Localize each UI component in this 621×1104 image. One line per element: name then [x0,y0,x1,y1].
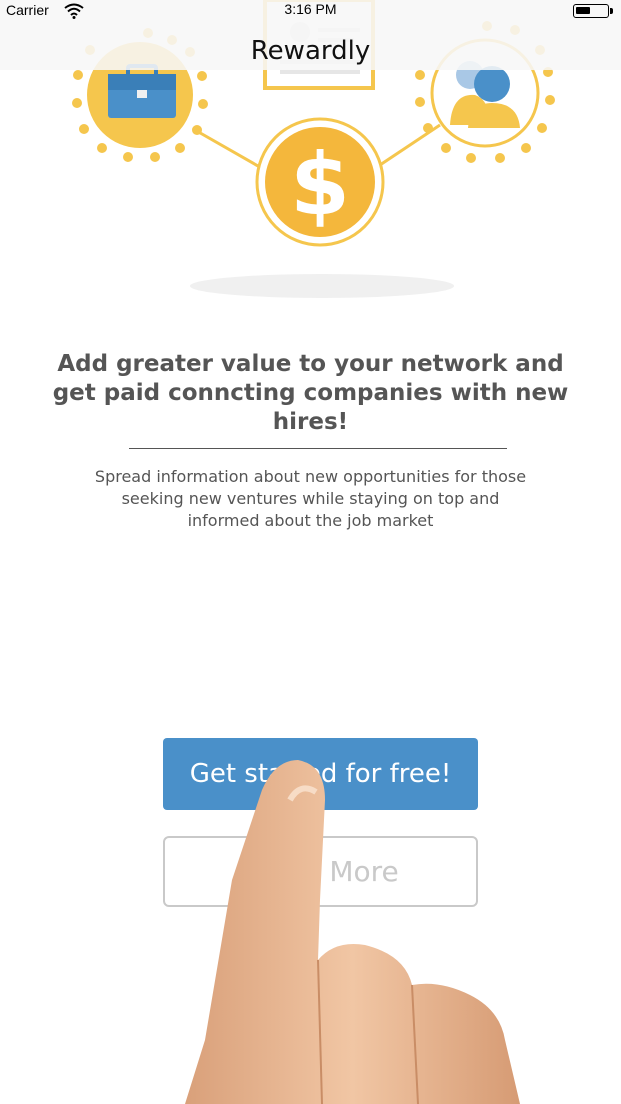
headline: Add greater value to your network and ge… [52,351,569,435]
status-time: 3:16 PM [284,1,337,17]
learn-more-button[interactable]: Learn More [163,836,478,907]
dollar-coin-icon: $ [255,117,385,247]
nav-title: Rewardly [250,36,371,66]
divider [129,448,507,449]
coin-symbol: $ [290,135,350,235]
description: Spread information about new opportuniti… [94,467,527,530]
status-bar: Carrier 3:16 PM [0,0,621,22]
get-started-button[interactable]: Get started for free! [163,738,478,810]
battery-icon [573,4,613,18]
